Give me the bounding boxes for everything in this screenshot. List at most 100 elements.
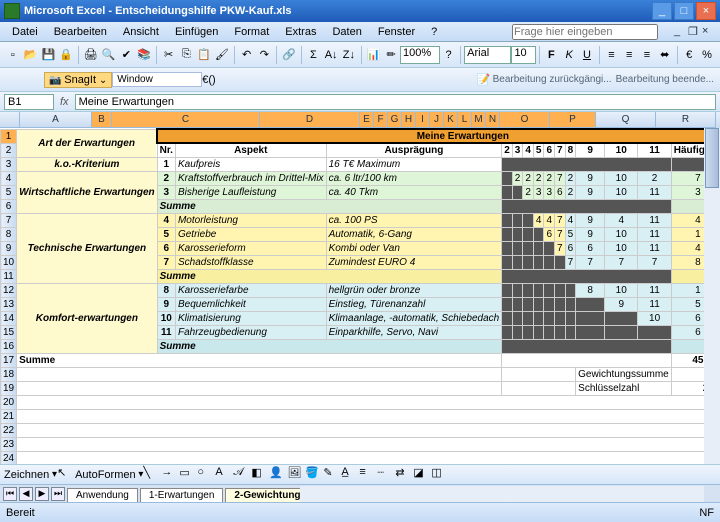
underline-icon[interactable]: U: [579, 45, 595, 65]
column-headers[interactable]: A B C D EFGHIJKLMN O P Q R: [0, 112, 720, 128]
tab-anwendung[interactable]: Anwendung: [67, 488, 138, 502]
track-end[interactable]: Bearbeitung beende...: [616, 74, 714, 85]
paren-right-icon[interactable]: ): [212, 74, 216, 86]
select-objects-icon[interactable]: ↖: [57, 466, 75, 484]
title-cell[interactable]: Meine Erwartungen: [157, 129, 720, 143]
horizontal-scrollbar[interactable]: [300, 486, 704, 502]
fx-icon[interactable]: fx: [60, 96, 69, 108]
fill-color-icon[interactable]: 🪣: [305, 466, 323, 484]
line-color-icon[interactable]: ✎: [323, 466, 341, 484]
worksheet-grid[interactable]: A B C D EFGHIJKLMN O P Q R 1 Art der Erw…: [0, 112, 720, 492]
status-mode: Bereit: [6, 507, 35, 519]
window-title: Microsoft Excel - Entscheidungshilfe PKW…: [24, 5, 650, 17]
help-icon[interactable]: ?: [441, 45, 457, 65]
preview-icon[interactable]: 🔍: [101, 45, 117, 65]
oval-icon[interactable]: ○: [197, 466, 215, 484]
align-left-icon[interactable]: ≡: [604, 45, 620, 65]
picture-icon[interactable]: 🖼: [287, 466, 305, 484]
clipart-icon[interactable]: 👤: [269, 466, 287, 484]
statusbar: Bereit NF: [0, 502, 720, 522]
close-button[interactable]: ×: [696, 2, 716, 20]
font-combo[interactable]: Arial: [464, 46, 511, 64]
hdr-art[interactable]: Art der Erwartungen: [17, 129, 158, 157]
maximize-button[interactable]: □: [674, 2, 694, 20]
line-icon[interactable]: ╲: [143, 466, 161, 484]
toolbar-snagit: 📷 SnagIt ⌄ Window € ( ) 📝 Bearbeitung zu…: [0, 68, 720, 92]
track-changes-icon[interactable]: 📝: [477, 73, 491, 86]
arrow-icon[interactable]: →: [161, 466, 179, 484]
new-icon[interactable]: ▫: [5, 45, 21, 65]
font-color-icon[interactable]: A̲: [341, 466, 359, 484]
research-icon[interactable]: 📚: [136, 45, 152, 65]
spell-icon[interactable]: ✔: [118, 45, 134, 65]
snagit-mode[interactable]: Window: [112, 72, 202, 87]
vertical-scrollbar[interactable]: [704, 128, 720, 492]
menu-daten[interactable]: Daten: [324, 26, 369, 38]
arrow-style-icon[interactable]: ⇄: [395, 466, 413, 484]
doc-restore[interactable]: ❐: [688, 25, 702, 39]
autoshapes-menu[interactable]: AutoFormen: [75, 469, 136, 481]
doc-minimize[interactable]: _: [674, 25, 688, 39]
tab-last-icon[interactable]: ⏭: [51, 487, 65, 501]
currency-icon[interactable]: €: [681, 45, 697, 65]
sheet-table[interactable]: 1 Art der Erwartungen Meine Erwartungen …: [0, 128, 720, 492]
menu-help[interactable]: ?: [423, 26, 445, 38]
select-all[interactable]: [0, 112, 20, 128]
menu-format[interactable]: Format: [226, 26, 277, 38]
merge-icon[interactable]: ⬌: [657, 45, 673, 65]
undo-icon[interactable]: ↶: [239, 45, 255, 65]
open-icon[interactable]: 📂: [23, 45, 39, 65]
cut-icon[interactable]: ✂: [161, 45, 177, 65]
formula-input[interactable]: Meine Erwartungen: [75, 94, 716, 110]
paste-icon[interactable]: 📋: [196, 45, 212, 65]
align-right-icon[interactable]: ≡: [639, 45, 655, 65]
menu-einfuegen[interactable]: Einfügen: [167, 26, 226, 38]
menu-extras[interactable]: Extras: [277, 26, 324, 38]
drawing-icon[interactable]: ✏: [383, 45, 399, 65]
diagram-icon[interactable]: ◧: [251, 466, 269, 484]
fontsize-combo[interactable]: 10: [511, 46, 535, 64]
autosum-icon[interactable]: Σ: [306, 45, 322, 65]
3d-icon[interactable]: ◫: [431, 466, 449, 484]
menu-bearbeiten[interactable]: Bearbeiten: [46, 26, 115, 38]
menubar: Datei Bearbeiten Ansicht Einfügen Format…: [0, 22, 720, 42]
permission-icon[interactable]: 🔒: [58, 45, 74, 65]
wordart-icon[interactable]: 𝒜: [233, 466, 251, 484]
line-style-icon[interactable]: ≡: [359, 466, 377, 484]
zoom-combo[interactable]: 100%: [400, 46, 440, 64]
redo-icon[interactable]: ↷: [256, 45, 272, 65]
minimize-button[interactable]: _: [652, 2, 672, 20]
toolbar-standard: ▫ 📂 💾 🔒 🖨 🔍 ✔ 📚 ✂ ⎘ 📋 🖌 ↶ ↷ 🔗 Σ A↓ Z↓ 📊 …: [0, 42, 720, 68]
align-center-icon[interactable]: ≡: [621, 45, 637, 65]
snagit-button[interactable]: 📷 SnagIt ⌄: [44, 72, 112, 88]
chart-icon[interactable]: 📊: [366, 45, 382, 65]
menu-fenster[interactable]: Fenster: [370, 26, 423, 38]
save-icon[interactable]: 💾: [41, 45, 57, 65]
menu-datei[interactable]: Datei: [4, 26, 46, 38]
tab-prev-icon[interactable]: ◀: [19, 487, 33, 501]
doc-close[interactable]: ×: [702, 25, 716, 39]
copy-icon[interactable]: ⎘: [179, 45, 195, 65]
dash-style-icon[interactable]: ┈: [377, 466, 395, 484]
textbox-icon[interactable]: A: [215, 466, 233, 484]
sort-asc-icon[interactable]: A↓: [323, 45, 339, 65]
italic-icon[interactable]: K: [561, 45, 577, 65]
tab-first-icon[interactable]: ⏮: [3, 487, 17, 501]
excel-icon: [4, 3, 20, 19]
track-revert[interactable]: Bearbeitung zurückgängi...: [493, 74, 612, 85]
tab-gewichtung[interactable]: 2-Gewichtung: [225, 488, 309, 502]
menu-ansicht[interactable]: Ansicht: [115, 26, 167, 38]
bold-icon[interactable]: F: [544, 45, 560, 65]
rect-icon[interactable]: ▭: [179, 466, 197, 484]
print-icon[interactable]: 🖨: [83, 45, 99, 65]
tab-next-icon[interactable]: ▶: [35, 487, 49, 501]
name-box[interactable]: B1: [4, 94, 54, 110]
shadow-icon[interactable]: ◪: [413, 466, 431, 484]
percent-icon[interactable]: %: [699, 45, 715, 65]
help-search[interactable]: [512, 24, 658, 40]
link-icon[interactable]: 🔗: [281, 45, 297, 65]
tab-erwartungen[interactable]: 1-Erwartungen: [140, 488, 224, 502]
draw-menu[interactable]: Zeichnen: [4, 469, 49, 481]
format-painter-icon[interactable]: 🖌: [214, 45, 230, 65]
sort-desc-icon[interactable]: Z↓: [341, 45, 357, 65]
